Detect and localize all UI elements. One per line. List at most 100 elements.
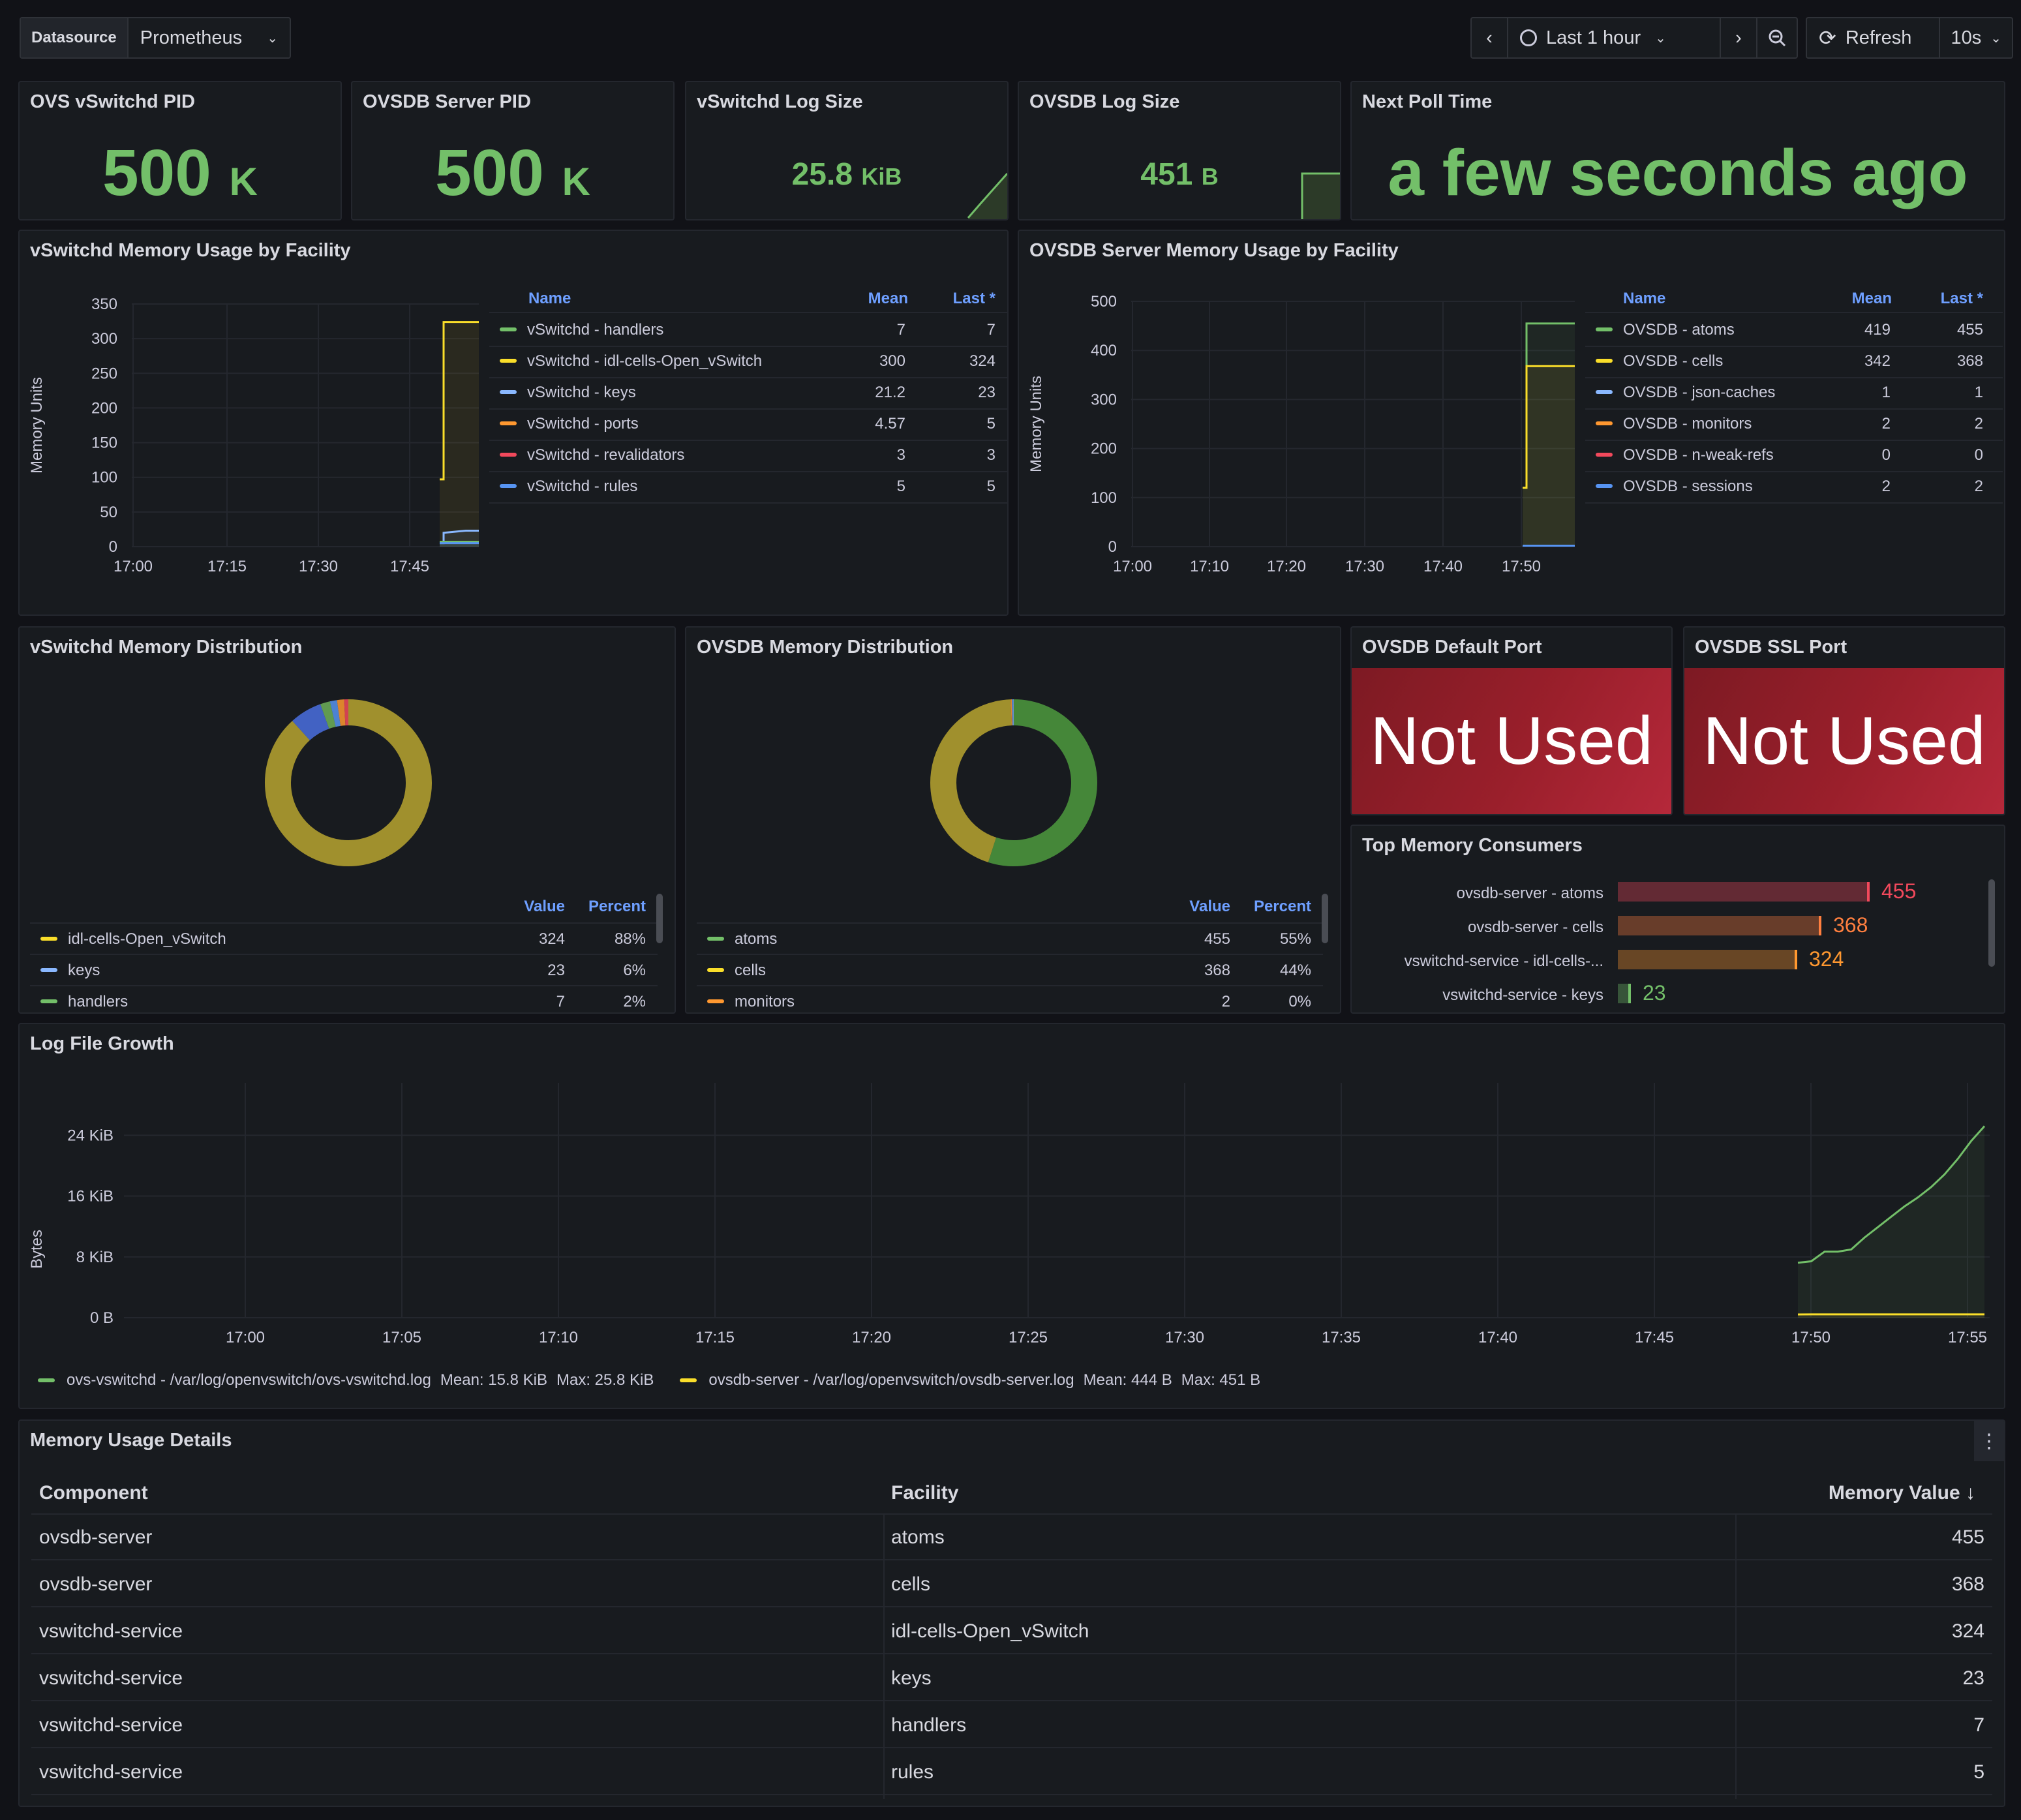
port-status-value: Not Used <box>1352 668 1671 814</box>
legend-row[interactable]: OVSDB - atoms 419 455 <box>1585 314 2003 347</box>
x-tick-label: 17:50 <box>1791 1329 1831 1344</box>
legend-row[interactable]: OVSDB - monitors 2 2 <box>1585 408 2003 441</box>
table-row[interactable]: vswitchd-service keys 23 <box>31 1654 1992 1701</box>
refresh-button[interactable]: Refresh <box>1846 27 1912 49</box>
legend-item[interactable]: ovsdb-server - /var/log/openvswitch/ovsd… <box>680 1371 1260 1389</box>
legend-series-name: OVSDB - n-weak-refs <box>1623 446 1774 464</box>
vswitchd-memory-distribution-panel: vSwitchd Memory Distribution Value Perce… <box>18 626 676 1014</box>
legend-row[interactable]: vSwitchd - keys 21.2 23 <box>489 377 1007 410</box>
column-header-component[interactable]: Component <box>39 1482 148 1504</box>
legend-last-value: 2 <box>1974 478 1983 495</box>
legend-value: 324 <box>538 930 565 948</box>
legend-row[interactable]: cells 368 44% <box>697 954 1323 986</box>
refresh-interval-picker[interactable]: 10s ⌄ <box>1939 18 2012 57</box>
series-area <box>1798 1126 1984 1318</box>
table-row[interactable]: ovsdb-server atoms 455 <box>31 1513 1992 1560</box>
stat-panel-ovsdb-pid: OVSDB Server PID 500 K <box>351 81 675 220</box>
legend-row[interactable]: vSwitchd - rules 5 5 <box>489 471 1007 504</box>
stat-value: 500 K <box>102 136 258 209</box>
cell-facility: cells <box>891 1573 931 1595</box>
port-status-value: Not Used <box>1684 668 2004 814</box>
legend-mean-value: 1 <box>1881 384 1891 401</box>
top-memory-consumers-panel: Top Memory Consumers ovsdb-server - atom… <box>1350 825 2005 1014</box>
legend-row[interactable]: OVSDB - json-caches 1 1 <box>1585 377 2003 410</box>
series-area <box>440 322 479 547</box>
x-tick-label: 17:00 <box>114 558 153 575</box>
legend-item[interactable]: ovs-vswitchd - /var/log/openvswitch/ovs-… <box>38 1371 654 1389</box>
time-range-button[interactable]: Last 1 hour <box>1546 27 1641 49</box>
legend-header-name[interactable]: Name <box>1623 290 1665 308</box>
legend-header-value[interactable]: Value <box>1189 898 1230 916</box>
x-tick-label: 17:00 <box>1113 558 1152 575</box>
table-row[interactable]: vswitchd-service rules 5 <box>31 1748 1992 1795</box>
datasource-picker[interactable]: Datasource Prometheus ⌄ <box>20 17 291 59</box>
column-header-memory-value[interactable]: Memory Value ↓ <box>1829 1482 1975 1504</box>
legend-header-percent[interactable]: Percent <box>588 898 646 916</box>
legend-swatch <box>40 937 57 941</box>
legend-last-value: 368 <box>1956 352 1983 370</box>
legend-header-mean[interactable]: Mean <box>868 290 908 308</box>
legend-row[interactable]: monitors 2 0% <box>697 985 1323 1012</box>
legend-row[interactable]: OVSDB - cells 342 368 <box>1585 346 2003 378</box>
legend-series-name: vSwitchd - idl-cells-Open_vSwitch <box>527 352 763 370</box>
datasource-label: Datasource <box>21 18 129 57</box>
table-row[interactable]: ovsdb-server cells 368 <box>31 1560 1992 1607</box>
scrollbar[interactable] <box>656 894 663 943</box>
y-tick-label: 300 <box>1091 391 1117 408</box>
stat-value: 500 K <box>435 136 590 209</box>
panel-title: OVS vSwitchd PID <box>30 91 195 112</box>
legend-row[interactable]: keys 23 6% <box>30 954 658 986</box>
legend-row[interactable]: atoms 455 55% <box>697 922 1323 955</box>
legend-header-value[interactable]: Value <box>524 898 565 916</box>
legend-series-name: OVSDB - monitors <box>1623 415 1752 432</box>
panel-menu-button[interactable]: ⋮ <box>1974 1421 2004 1461</box>
stat-panel-ovsdb-log-size: OVSDB Log Size 451 B <box>1018 81 1341 220</box>
legend-value: 2 <box>1221 993 1230 1010</box>
x-tick-label: 17:30 <box>1165 1329 1204 1344</box>
time-back-button[interactable]: ‹ <box>1472 18 1508 57</box>
cell-component: ovsdb-server <box>39 1526 153 1548</box>
panel-title: Log File Growth <box>30 1033 174 1054</box>
legend-series-name: monitors <box>735 993 795 1010</box>
legend-swatch <box>1596 359 1613 363</box>
legend-row[interactable]: OVSDB - sessions 2 2 <box>1585 471 2003 504</box>
ovsdb-memory-distribution-panel: OVSDB Memory Distribution Value Percent … <box>685 626 1341 1014</box>
x-tick-label: 17:20 <box>1267 558 1306 575</box>
y-tick-label: 24 KiB <box>67 1127 114 1144</box>
legend-row[interactable]: vSwitchd - revalidators 3 3 <box>489 440 1007 472</box>
ovsdb-memory-usage-panel: OVSDB Server Memory Usage by Facility 50… <box>1018 230 2005 616</box>
stat-panel-vswitchd-log-size: vSwitchd Log Size 25.8 KiB <box>685 81 1009 220</box>
bar-cap <box>1628 984 1631 1003</box>
legend-header-last[interactable]: Last * <box>1941 290 1983 308</box>
legend-value: 23 <box>547 962 565 979</box>
legend-row[interactable]: vSwitchd - ports 4.57 5 <box>489 408 1007 441</box>
legend-row[interactable]: OVSDB - n-weak-refs 0 0 <box>1585 440 2003 472</box>
cell-memory-value: 23 <box>1962 1667 1984 1689</box>
column-header-facility[interactable]: Facility <box>891 1482 958 1504</box>
panel-title: Next Poll Time <box>1362 91 1493 112</box>
x-tick-label: 17:45 <box>1635 1329 1674 1344</box>
table-row[interactable]: vswitchd-service idl-cells-Open_vSwitch 32… <box>31 1607 1992 1654</box>
bar-label: ovsdb-server - cells <box>1467 918 1603 936</box>
legend-row[interactable]: idl-cells-Open_vSwitch 324 88% <box>30 922 658 955</box>
legend-header-last[interactable]: Last * <box>953 290 995 308</box>
legend-row[interactable]: handlers 7 2% <box>30 985 658 1012</box>
sparkline <box>1301 172 1340 219</box>
legend-header-percent[interactable]: Percent <box>1254 898 1311 916</box>
stat-panel-next-poll-time: Next Poll Time a few seconds ago <box>1350 81 2005 220</box>
legend-swatch <box>500 390 517 394</box>
x-tick-label: 17:35 <box>1322 1329 1361 1344</box>
legend-header-mean[interactable]: Mean <box>1852 290 1892 308</box>
legend-row[interactable]: vSwitchd - idl-cells-Open_vSwitch 300 324 <box>489 346 1007 378</box>
legend-header-name[interactable]: Name <box>528 290 571 308</box>
time-forward-button[interactable]: › <box>1720 18 1756 57</box>
scrollbar[interactable] <box>1322 894 1328 943</box>
refresh-icon: ⟳ <box>1819 26 1836 50</box>
donut-slice <box>320 701 336 729</box>
table-row[interactable]: vswitchd-service handlers 7 <box>31 1701 1992 1748</box>
zoom-out-icon[interactable] <box>1756 18 1797 57</box>
scrollbar[interactable] <box>1988 879 1995 967</box>
cell-facility: atoms <box>891 1526 945 1548</box>
cell-component: vswitchd-service <box>39 1714 183 1736</box>
legend-row[interactable]: vSwitchd - handlers 7 7 <box>489 314 1007 347</box>
